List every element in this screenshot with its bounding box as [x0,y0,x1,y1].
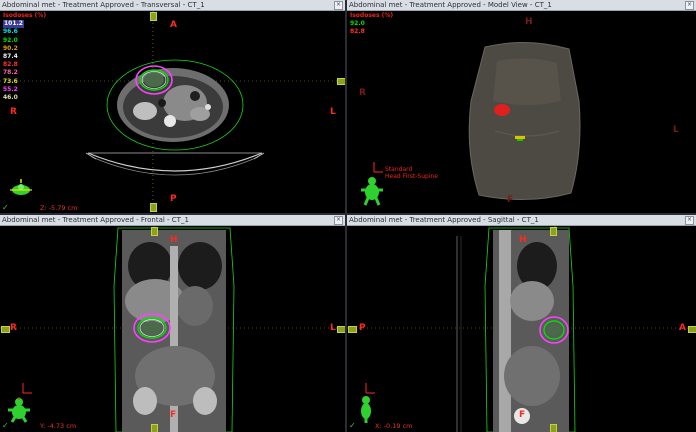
crosshair-handle-bottom[interactable] [150,203,157,212]
close-icon[interactable]: × [334,1,343,10]
isodose-level: 90.2 [3,44,18,52]
isodose-level: 82.8 [3,61,18,69]
model-title: Abdominal met - Treatment Approved - Mod… [349,1,552,9]
patient-figure-icon[interactable] [357,395,375,427]
orientation-standard: Standard [385,166,413,173]
orientation-label-left: L [673,125,679,135]
orientation-label-anterior: A [679,323,686,333]
orientation-label-posterior: P [359,323,366,333]
orientation-label-head: H [525,17,533,27]
check-icon: ✓ [2,203,9,212]
crosshair-handle-top[interactable] [151,227,158,236]
frontal-title: Abdominal met - Treatment Approved - Fro… [2,216,189,224]
isodose-legend-header: Isodoses (%) [3,12,47,19]
patient-figure-icon[interactable] [6,397,32,427]
check-icon: ✓ [349,421,356,430]
isodose-level: 78.2 [3,69,18,77]
crosshair-handle-left[interactable] [348,326,357,333]
crosshair-handle-top[interactable] [550,227,557,236]
transversal-view-pane[interactable]: Abdominal met - Treatment Approved - Tra… [0,0,345,213]
model-isodose-legend: Isodoses (%) 92.0 82.8 [350,12,393,37]
crosshair-handle-right[interactable] [337,78,345,85]
model-view-pane[interactable]: Abdominal met - Treatment Approved - Mod… [347,0,696,213]
close-icon[interactable]: × [685,216,694,225]
orientation-label-posterior: P [170,194,177,204]
isodose-level: 87.4 [3,53,18,61]
frontal-ct-image[interactable] [0,226,345,432]
orientation-label-right: R [359,88,366,98]
isodose-level: 92.0 [3,36,18,44]
isodose-level: 101.2 [3,20,24,29]
transversal-title-bar: Abdominal met - Treatment Approved - Tra… [0,0,345,11]
patient-orientation-text: Standard Head First-Supine [385,166,438,180]
check-icon: ✓ [2,421,9,430]
axis-indicator-icon [373,162,383,173]
patient-figure-icon[interactable] [359,176,385,210]
crosshair-handle-right[interactable] [688,326,696,333]
isodose-level: 46.0 [3,94,18,102]
orientation-label-right: R [10,323,17,333]
orientation-label-left: L [330,323,336,333]
slice-position-readout: Y: -4.73 cm [40,422,77,430]
frontal-view-pane[interactable]: Abdominal met - Treatment Approved - Fro… [0,215,345,432]
orientation-label-head: H [519,235,527,245]
sagittal-view-pane[interactable]: Abdominal met - Treatment Approved - Sag… [347,215,696,432]
orientation-label-feet: F [170,410,177,420]
close-icon[interactable]: × [685,1,694,10]
orientation-label-head: H [170,235,178,245]
transversal-title: Abdominal met - Treatment Approved - Tra… [2,1,205,9]
sagittal-title: Abdominal met - Treatment Approved - Sag… [349,216,539,224]
orientation-label-anterior: A [170,20,177,30]
slice-position-readout: Z: -5.79 cm [40,204,78,212]
patient-orientation-icon[interactable] [8,178,34,204]
isodose-level: 82.8 [350,28,365,36]
axis-indicator-icon [365,383,375,394]
close-icon[interactable]: × [334,216,343,225]
transversal-ct-image[interactable] [0,11,345,213]
crosshair-handle-right[interactable] [337,326,345,333]
model-title-bar: Abdominal met - Treatment Approved - Mod… [347,0,696,11]
isodose-level: 55.2 [3,85,18,93]
axis-indicator-icon [22,383,32,394]
orientation-label-right: R [10,107,17,117]
orientation-label-feet: F [519,410,526,420]
isodose-level: 92.0 [350,20,365,28]
model-3d-render[interactable] [347,11,696,213]
crosshair-handle-left[interactable] [1,326,10,333]
model-isodose-header: Isodoses (%) [350,12,394,19]
isodose-level: 73.6 [3,77,18,85]
orientation-label-left: L [330,107,336,117]
orientation-label-feet: F [507,195,514,205]
isodose-level: 96.6 [3,28,18,36]
crosshair-handle-bottom[interactable] [151,424,158,432]
orientation-hfs: Head First-Supine [385,173,438,180]
sagittal-ct-image[interactable] [347,226,696,432]
isodose-legend: Isodoses (%) 101.2 96.6 92.0 90.2 87.4 8… [3,12,46,102]
frontal-title-bar: Abdominal met - Treatment Approved - Fro… [0,215,345,226]
sagittal-title-bar: Abdominal met - Treatment Approved - Sag… [347,215,696,226]
crosshair-handle-bottom[interactable] [550,424,557,432]
crosshair-handle-top[interactable] [150,12,157,21]
slice-position-readout: X: -0.19 cm [375,422,413,430]
